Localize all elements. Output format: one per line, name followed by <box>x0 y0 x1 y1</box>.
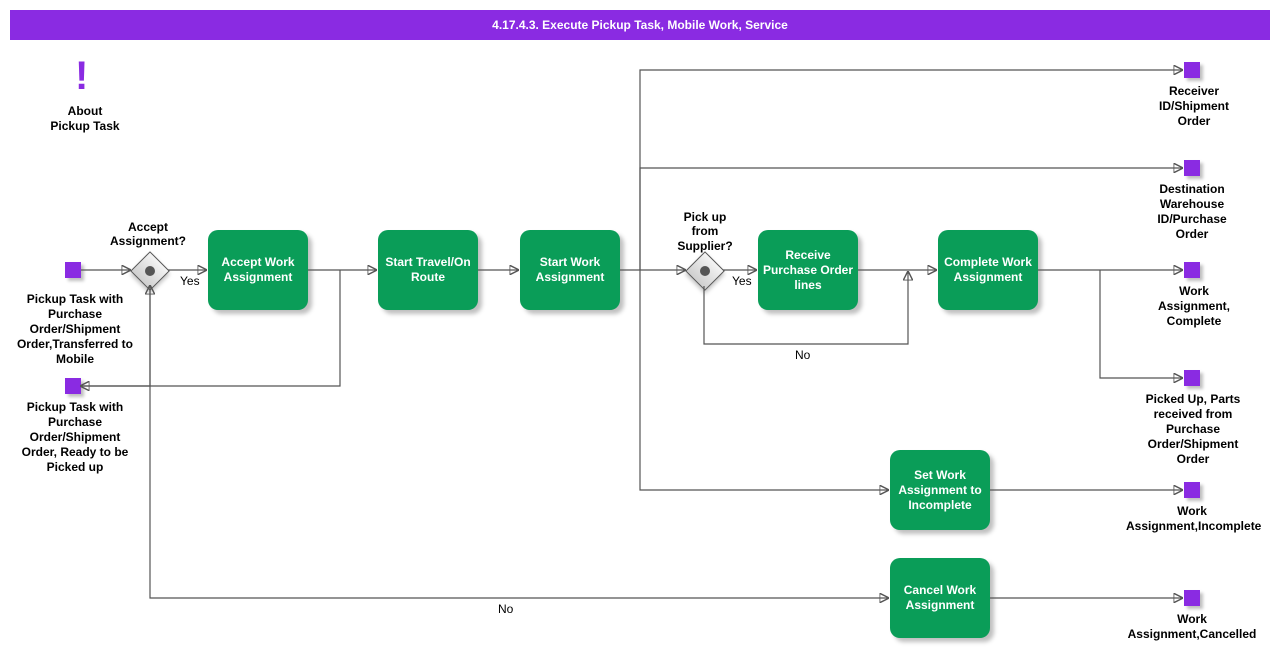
end-destwh-label: Destination Warehouse ID/Purchase Order <box>1142 182 1242 242</box>
end-wa-cancelled <box>1184 590 1200 606</box>
gateway-supplier-label: Pick up from Supplier? <box>670 210 740 253</box>
gateway-supplier <box>685 251 725 291</box>
end-picked-label: Picked Up, Parts received from Purchase … <box>1130 392 1256 467</box>
task-start-work: Start Work Assignment <box>520 230 620 310</box>
start-event-1 <box>65 262 81 278</box>
flow-connectors <box>0 0 1280 650</box>
end-wa-cancelled-label: Work Assignment,Cancelled <box>1126 612 1258 642</box>
end-receiver <box>1184 62 1200 78</box>
gateway-accept-label: Accept Assignment? <box>108 220 188 249</box>
end-wa-complete-label: Work Assignment, Complete <box>1148 284 1240 329</box>
task-cancel-work: Cancel Work Assignment <box>890 558 990 638</box>
end-wa-incomplete <box>1184 482 1200 498</box>
gateway-accept-no: No <box>498 602 513 616</box>
task-start-travel: Start Travel/On Route <box>378 230 478 310</box>
page-title: 4.17.4.3. Execute Pickup Task, Mobile Wo… <box>10 10 1270 40</box>
start-event-1-label: Pickup Task with Purchase Order/Shipment… <box>15 292 135 367</box>
gateway-accept <box>130 251 170 291</box>
start-event-2-label: Pickup Task with Purchase Order/Shipment… <box>20 400 130 475</box>
gateway-accept-yes: Yes <box>180 274 200 288</box>
task-set-incomplete: Set Work Assignment to Incomplete <box>890 450 990 530</box>
end-picked <box>1184 370 1200 386</box>
gateway-supplier-yes: Yes <box>732 274 752 288</box>
end-wa-incomplete-label: Work Assignment,Incomplete <box>1126 504 1258 534</box>
start-event-2 <box>65 378 81 394</box>
task-receive-po: Receive Purchase Order lines <box>758 230 858 310</box>
exclamation-icon: ! <box>75 60 88 92</box>
annotation-about: AboutPickup Task <box>40 104 130 134</box>
task-accept-work: Accept Work Assignment <box>208 230 308 310</box>
task-complete-work: Complete Work Assignment <box>938 230 1038 310</box>
end-wa-complete <box>1184 262 1200 278</box>
end-destwh <box>1184 160 1200 176</box>
gateway-supplier-no: No <box>795 348 810 362</box>
end-receiver-label: Receiver ID/Shipment Order <box>1148 84 1240 129</box>
